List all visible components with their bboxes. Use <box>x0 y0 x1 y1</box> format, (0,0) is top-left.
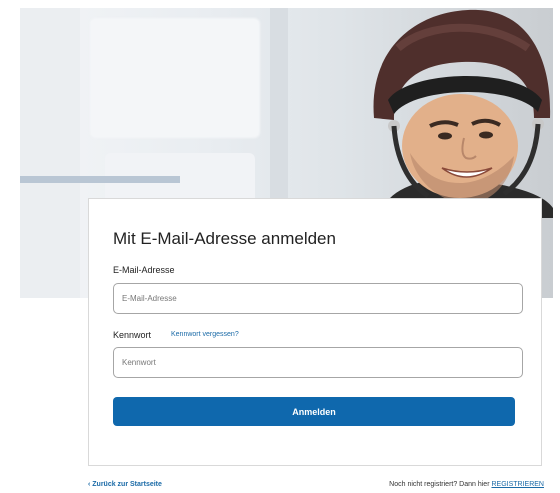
register-link[interactable]: REGISTRIEREN <box>491 481 544 488</box>
email-field[interactable] <box>113 283 523 314</box>
register-prompt: Noch nicht registriert? Dann hier REGIST… <box>389 481 544 488</box>
hero-background-stripe <box>20 176 180 183</box>
login-button[interactable]: Anmelden <box>113 397 515 426</box>
login-card: Mit E-Mail-Adresse anmelden E-Mail-Adres… <box>88 198 542 466</box>
password-field[interactable] <box>113 347 523 378</box>
email-label: E-Mail-Adresse <box>113 265 175 275</box>
password-label: Kennwort <box>113 330 152 340</box>
hero-background-left <box>20 8 80 298</box>
register-text: Noch nicht registriert? Dann hier <box>389 481 492 488</box>
back-to-home-link[interactable]: ‹ Zurück zur Startseite <box>88 481 162 488</box>
rider-portrait <box>373 9 553 218</box>
hero-background-window <box>90 18 260 138</box>
forgot-password-link[interactable]: Kennwort vergessen? <box>171 331 239 338</box>
login-title: Mit E-Mail-Adresse anmelden <box>113 229 336 248</box>
